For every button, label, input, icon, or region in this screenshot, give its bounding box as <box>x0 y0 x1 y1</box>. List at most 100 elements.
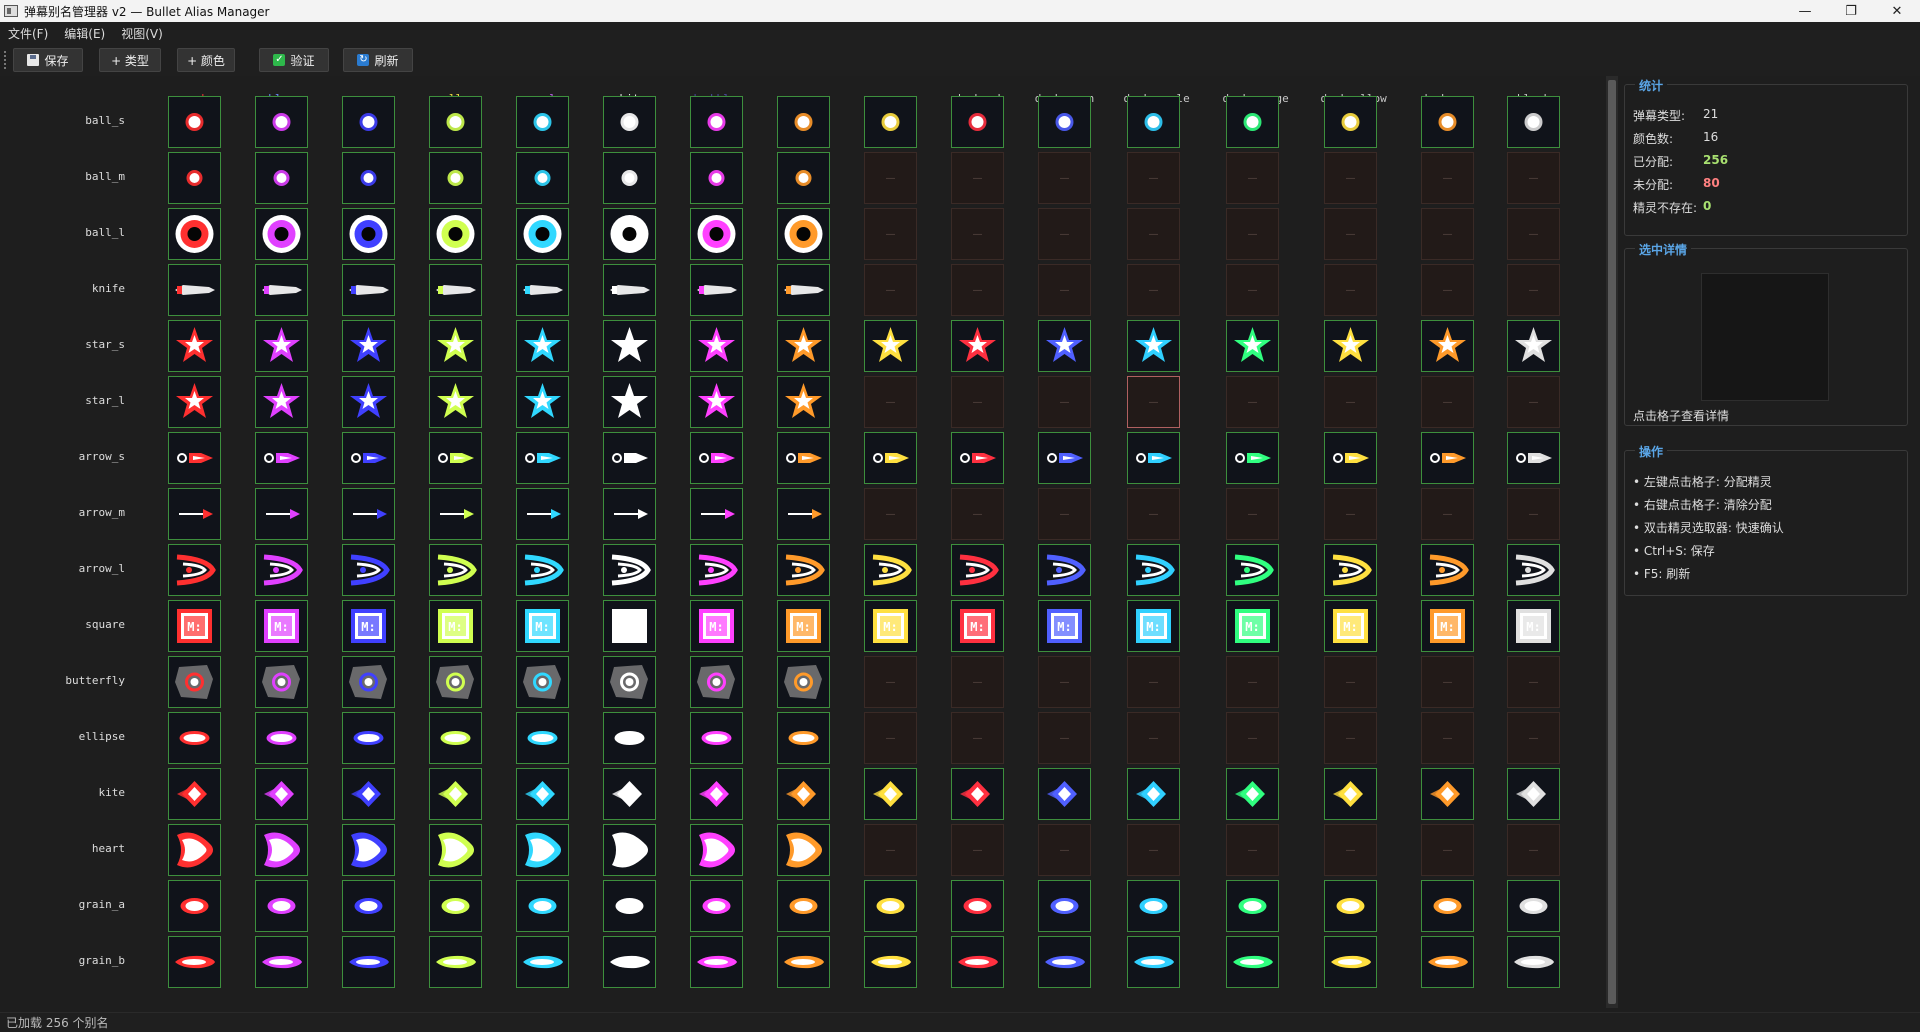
sprite-cell-arrow_l-black[interactable] <box>1507 544 1560 596</box>
empty-cell-knife-black[interactable]: — <box>1507 264 1560 316</box>
validate-button[interactable]: ✓ 验证 <box>259 48 329 72</box>
empty-cell-ball_m-darkcyan[interactable]: — <box>1421 152 1474 204</box>
sprite-cell-arrow_m-purple[interactable] <box>516 488 569 540</box>
sprite-cell-grain_b-darkred[interactable] <box>951 936 1004 988</box>
empty-cell-ball_l-darkpurple[interactable]: — <box>1127 208 1180 260</box>
empty-cell-butterfly-darkgreen[interactable]: — <box>1038 656 1091 708</box>
empty-cell-butterfly-darkcyan[interactable]: — <box>1421 656 1474 708</box>
sprite-cell-arrow_s-darkyellow[interactable] <box>1324 432 1377 484</box>
empty-cell-ellipse-cyan[interactable]: — <box>864 712 917 764</box>
sprite-cell-ellipse-darkblue[interactable] <box>690 712 743 764</box>
sprite-cell-square-black[interactable]: M: <box>1507 600 1560 652</box>
empty-cell-star_l-cyan[interactable]: — <box>864 376 917 428</box>
sprite-cell-knife-blue[interactable] <box>255 264 308 316</box>
sprite-cell-arrow_s-purple[interactable] <box>516 432 569 484</box>
sprite-cell-kite-blue[interactable] <box>255 768 308 820</box>
sprite-cell-knife-yellow[interactable] <box>429 264 482 316</box>
sprite-cell-arrow_s-darkorange[interactable] <box>1226 432 1279 484</box>
sprite-cell-ball_s-darkpurple[interactable] <box>1127 96 1180 148</box>
sprite-cell-arrow_l-cyan[interactable] <box>864 544 917 596</box>
sprite-cell-heart-purple[interactable] <box>516 824 569 876</box>
empty-cell-butterfly-darkred[interactable]: — <box>951 656 1004 708</box>
sprite-cell-grain_a-purple[interactable] <box>516 880 569 932</box>
sprite-cell-grain_b-yellow[interactable] <box>429 936 482 988</box>
sprite-cell-ball_s-white[interactable] <box>603 96 656 148</box>
empty-cell-arrow_m-cyan[interactable]: — <box>864 488 917 540</box>
sprite-cell-ellipse-purple[interactable] <box>516 712 569 764</box>
sprite-cell-kite-white[interactable] <box>603 768 656 820</box>
sprite-cell-heart-white[interactable] <box>603 824 656 876</box>
empty-cell-arrow_m-darkorange[interactable]: — <box>1226 488 1279 540</box>
sprite-cell-arrow_m-yellow[interactable] <box>429 488 482 540</box>
empty-cell-arrow_m-darkpurple[interactable]: — <box>1127 488 1180 540</box>
sprite-cell-heart-orange[interactable] <box>777 824 830 876</box>
maximize-button[interactable]: ❐ <box>1828 0 1874 22</box>
empty-cell-heart-black[interactable]: — <box>1507 824 1560 876</box>
sprite-cell-knife-green[interactable] <box>342 264 395 316</box>
sprite-cell-ellipse-orange[interactable] <box>777 712 830 764</box>
empty-cell-arrow_m-darkyellow[interactable]: — <box>1324 488 1377 540</box>
sprite-cell-grain_a-red[interactable] <box>168 880 221 932</box>
sprite-cell-ball_m-blue[interactable] <box>255 152 308 204</box>
sprite-cell-star_l-blue[interactable] <box>255 376 308 428</box>
sprite-cell-grain_b-orange[interactable] <box>777 936 830 988</box>
sprite-cell-ball_m-purple[interactable] <box>516 152 569 204</box>
sprite-cell-star_s-red[interactable] <box>168 320 221 372</box>
sprite-cell-arrow_s-darkpurple[interactable] <box>1127 432 1180 484</box>
sprite-cell-arrow_s-green[interactable] <box>342 432 395 484</box>
empty-cell-arrow_m-darkgreen[interactable]: — <box>1038 488 1091 540</box>
refresh-button[interactable]: ↻ 刷新 <box>343 48 413 72</box>
sprite-cell-ball_l-yellow[interactable] <box>429 208 482 260</box>
sprite-cell-grain_b-darkcyan[interactable] <box>1421 936 1474 988</box>
empty-cell-ball_m-cyan[interactable]: — <box>864 152 917 204</box>
empty-cell-arrow_m-darkred[interactable]: — <box>951 488 1004 540</box>
sprite-cell-knife-red[interactable] <box>168 264 221 316</box>
sprite-cell-ball_l-green[interactable] <box>342 208 395 260</box>
empty-cell-ball_l-darkcyan[interactable]: — <box>1421 208 1474 260</box>
sprite-cell-star_s-green[interactable] <box>342 320 395 372</box>
sprite-cell-square-darkorange[interactable]: M: <box>1226 600 1279 652</box>
sprite-cell-ball_m-green[interactable] <box>342 152 395 204</box>
sprite-cell-star_s-black[interactable] <box>1507 320 1560 372</box>
sprite-cell-square-darkblue[interactable]: M: <box>690 600 743 652</box>
sprite-cell-arrow_l-darkblue[interactable] <box>690 544 743 596</box>
empty-cell-ball_m-darkred[interactable]: — <box>951 152 1004 204</box>
sprite-cell-kite-orange[interactable] <box>777 768 830 820</box>
menu-edit[interactable]: 编辑(E) <box>64 25 105 42</box>
empty-cell-ellipse-darkpurple[interactable]: — <box>1127 712 1180 764</box>
grid-scrollbar[interactable] <box>1606 76 1618 1008</box>
sprite-cell-arrow_l-blue[interactable] <box>255 544 308 596</box>
sprite-cell-ball_s-red[interactable] <box>168 96 221 148</box>
sprite-cell-square-darkgreen[interactable]: M: <box>1038 600 1091 652</box>
sprite-cell-star_s-darkred[interactable] <box>951 320 1004 372</box>
sprite-cell-arrow_l-darkorange[interactable] <box>1226 544 1279 596</box>
sprite-cell-kite-darkblue[interactable] <box>690 768 743 820</box>
sprite-cell-arrow_m-green[interactable] <box>342 488 395 540</box>
sprite-cell-star_l-red[interactable] <box>168 376 221 428</box>
sprite-cell-grain_a-blue[interactable] <box>255 880 308 932</box>
sprite-cell-grain_b-darkyellow[interactable] <box>1324 936 1377 988</box>
sprite-cell-grain_b-black[interactable] <box>1507 936 1560 988</box>
empty-cell-ball_l-darkgreen[interactable]: — <box>1038 208 1091 260</box>
sprite-cell-heart-yellow[interactable] <box>429 824 482 876</box>
sprite-cell-star_s-blue[interactable] <box>255 320 308 372</box>
sprite-cell-butterfly-white[interactable] <box>603 656 656 708</box>
sprite-cell-ball_m-orange[interactable] <box>777 152 830 204</box>
empty-cell-star_l-darkyellow[interactable]: — <box>1324 376 1377 428</box>
sprite-cell-grain_a-darkred[interactable] <box>951 880 1004 932</box>
sprite-cell-star_l-yellow[interactable] <box>429 376 482 428</box>
sprite-cell-ball_l-orange[interactable] <box>777 208 830 260</box>
sprite-cell-grain_b-green[interactable] <box>342 936 395 988</box>
sprite-cell-ball_s-darkorange[interactable] <box>1226 96 1279 148</box>
empty-cell-star_l-darkpurple[interactable]: — <box>1127 376 1180 428</box>
sprite-cell-heart-darkblue[interactable] <box>690 824 743 876</box>
sprite-cell-knife-darkblue[interactable] <box>690 264 743 316</box>
sprite-cell-grain_a-darkorange[interactable] <box>1226 880 1279 932</box>
sprite-cell-square-darkyellow[interactable]: M: <box>1324 600 1377 652</box>
empty-cell-ball_m-darkyellow[interactable]: — <box>1324 152 1377 204</box>
sprite-cell-grain_a-green[interactable] <box>342 880 395 932</box>
empty-cell-heart-darkred[interactable]: — <box>951 824 1004 876</box>
empty-cell-ball_m-darkorange[interactable]: — <box>1226 152 1279 204</box>
sprite-cell-arrow_m-darkblue[interactable] <box>690 488 743 540</box>
empty-cell-arrow_m-black[interactable]: — <box>1507 488 1560 540</box>
